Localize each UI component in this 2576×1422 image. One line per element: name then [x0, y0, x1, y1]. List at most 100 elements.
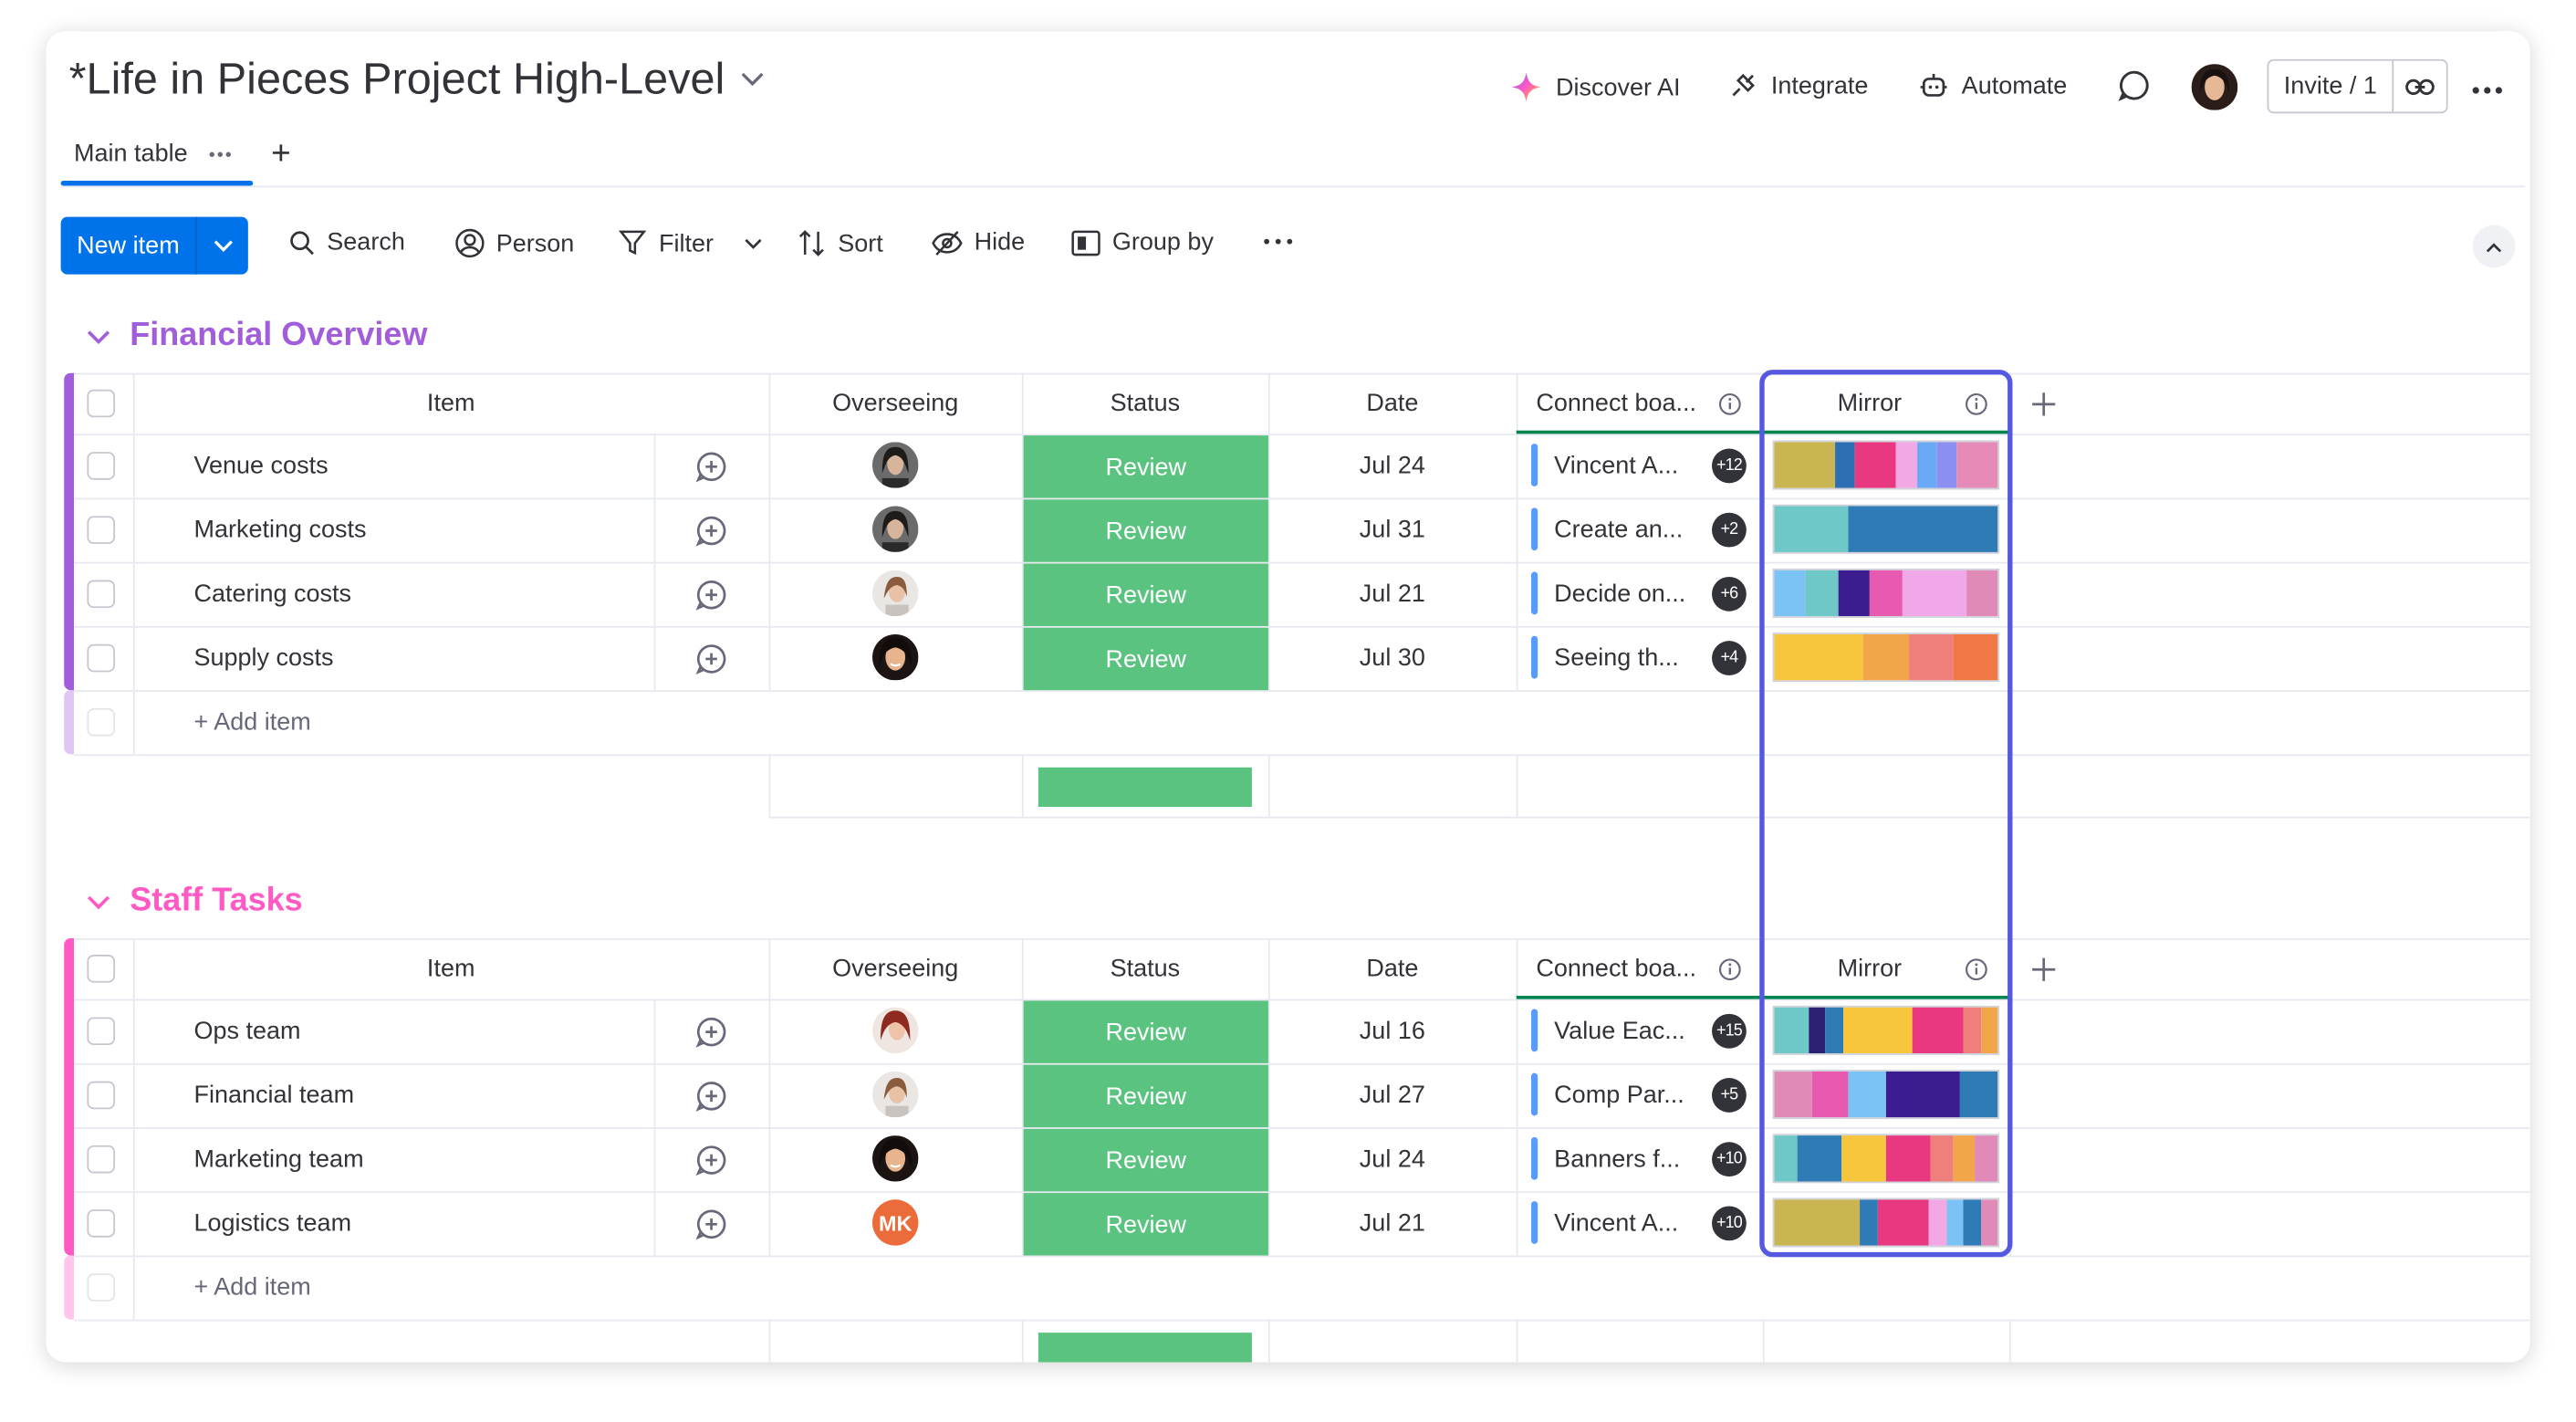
date-cell[interactable]: Jul 24	[1268, 434, 1517, 497]
status-label[interactable]: Review	[1023, 435, 1268, 498]
add-column-icon[interactable]	[2030, 373, 2057, 434]
integrate-button[interactable]: Integrate	[1728, 70, 1868, 99]
toolbar-more-icon[interactable]	[1264, 238, 1293, 245]
collapse-header-button[interactable]	[2472, 225, 2516, 268]
column-header-overseeing[interactable]: Overseeing	[769, 373, 1022, 434]
tab-main-table[interactable]: Main table	[74, 140, 188, 168]
date-cell[interactable]: Jul 24	[1268, 1127, 1517, 1191]
column-header-overseeing[interactable]: Overseeing	[769, 938, 1022, 999]
mirror-color-bar[interactable]	[1772, 1197, 2000, 1248]
connected-count-badge[interactable]: +12	[1712, 448, 1747, 484]
connected-count-badge[interactable]: +2	[1712, 512, 1747, 548]
add-item-button[interactable]: + Add item	[193, 1256, 310, 1320]
status-label[interactable]: Review	[1023, 627, 1268, 691]
row-checkbox[interactable]	[87, 1209, 116, 1238]
chevron-down-icon[interactable]	[745, 237, 763, 249]
search-button[interactable]: Search	[289, 228, 405, 256]
add-update-icon[interactable]	[695, 434, 728, 497]
row-checkbox[interactable]	[87, 1017, 116, 1046]
person-avatar[interactable]	[872, 633, 919, 681]
user-avatar[interactable]	[2191, 64, 2238, 110]
item-name[interactable]: Financial team	[193, 1063, 354, 1127]
connected-count-badge[interactable]: +5	[1712, 1078, 1747, 1113]
column-header-connect[interactable]: Connect boa...	[1536, 938, 1710, 999]
date-cell[interactable]: Jul 16	[1268, 999, 1517, 1063]
row-checkbox[interactable]	[87, 1081, 116, 1110]
info-icon[interactable]	[1965, 938, 1987, 999]
filter-button[interactable]: Filter	[618, 228, 763, 257]
column-header-connect[interactable]: Connect boa...	[1536, 373, 1710, 434]
updates-icon[interactable]	[2118, 69, 2151, 102]
column-header-status[interactable]: Status	[1022, 938, 1268, 999]
link-icon[interactable]	[2393, 61, 2446, 112]
new-item-button[interactable]: New item	[60, 216, 248, 275]
person-avatar[interactable]	[872, 1135, 919, 1182]
chevron-down-icon[interactable]	[741, 65, 764, 94]
person-avatar[interactable]: MK	[872, 1199, 919, 1246]
person-avatar[interactable]	[872, 570, 919, 617]
connected-item[interactable]: Vincent A...	[1554, 1209, 1678, 1238]
mirror-color-bar[interactable]	[1772, 1070, 2000, 1120]
item-name[interactable]: Marketing costs	[193, 498, 366, 562]
group-title[interactable]: Financial Overview	[87, 317, 427, 354]
row-checkbox[interactable]	[87, 580, 116, 609]
sort-button[interactable]: Sort	[798, 228, 883, 257]
group-by-button[interactable]: Group by	[1071, 228, 1214, 256]
add-update-icon[interactable]	[695, 1191, 728, 1255]
connected-item[interactable]: Seeing th...	[1554, 644, 1679, 673]
date-cell[interactable]: Jul 27	[1268, 1063, 1517, 1127]
row-checkbox[interactable]	[87, 452, 116, 480]
board-title[interactable]: *Life in Pieces Project High-Level	[69, 54, 765, 105]
item-name[interactable]: Catering costs	[193, 562, 351, 626]
tab-options-icon[interactable]	[209, 136, 232, 162]
column-header-item[interactable]: Item	[133, 373, 769, 434]
connected-count-badge[interactable]: +10	[1712, 1206, 1747, 1241]
date-cell[interactable]: Jul 31	[1268, 498, 1517, 562]
status-label[interactable]: Review	[1023, 1064, 1268, 1128]
person-filter-button[interactable]: Person	[455, 228, 574, 258]
automate-button[interactable]: Automate	[1919, 70, 2067, 99]
mirror-color-bar[interactable]	[1772, 504, 2000, 554]
select-all-checkbox[interactable]	[87, 389, 116, 418]
date-cell[interactable]: Jul 30	[1268, 626, 1517, 690]
add-update-icon[interactable]	[695, 999, 728, 1063]
chevron-down-icon[interactable]	[87, 883, 110, 920]
row-checkbox[interactable]	[87, 1145, 116, 1174]
connected-item[interactable]: Vincent A...	[1554, 452, 1678, 480]
column-header-mirror[interactable]: Mirror	[1763, 373, 1976, 434]
mirror-color-bar[interactable]	[1772, 1134, 2000, 1184]
column-header-item[interactable]: Item	[133, 938, 769, 999]
item-name[interactable]: Logistics team	[193, 1191, 351, 1255]
mirror-color-bar[interactable]	[1772, 633, 2000, 683]
group-title[interactable]: Staff Tasks	[87, 883, 303, 920]
status-label[interactable]: Review	[1023, 563, 1268, 626]
column-header-date[interactable]: Date	[1268, 373, 1517, 434]
add-update-icon[interactable]	[695, 1063, 728, 1127]
connected-item[interactable]: Value Eac...	[1554, 1017, 1685, 1045]
connected-count-badge[interactable]: +10	[1712, 1142, 1747, 1177]
add-update-icon[interactable]	[695, 498, 728, 562]
person-avatar[interactable]	[872, 1071, 919, 1118]
add-update-icon[interactable]	[695, 1127, 728, 1191]
status-label[interactable]: Review	[1023, 499, 1268, 562]
connected-item[interactable]: Decide on...	[1554, 580, 1685, 609]
add-view-icon[interactable]	[271, 138, 291, 171]
chevron-down-icon[interactable]	[87, 317, 110, 354]
date-cell[interactable]: Jul 21	[1268, 1191, 1517, 1255]
column-header-mirror[interactable]: Mirror	[1763, 938, 1976, 999]
row-checkbox[interactable]	[87, 516, 116, 544]
mirror-color-bar[interactable]	[1772, 440, 2000, 490]
connected-count-badge[interactable]: +6	[1712, 576, 1747, 612]
add-item-button[interactable]: + Add item	[193, 690, 310, 754]
person-avatar[interactable]	[872, 1007, 919, 1054]
person-avatar[interactable]	[872, 442, 919, 488]
person-avatar[interactable]	[872, 506, 919, 552]
item-name[interactable]: Supply costs	[193, 626, 333, 690]
item-name[interactable]: Ops team	[193, 999, 300, 1063]
add-update-icon[interactable]	[695, 626, 728, 690]
add-column-icon[interactable]	[2030, 938, 2057, 999]
status-label[interactable]: Review	[1023, 1128, 1268, 1192]
item-name[interactable]: Marketing team	[193, 1127, 363, 1191]
column-header-status[interactable]: Status	[1022, 373, 1268, 434]
invite-button[interactable]: Invite / 1	[2267, 58, 2448, 114]
